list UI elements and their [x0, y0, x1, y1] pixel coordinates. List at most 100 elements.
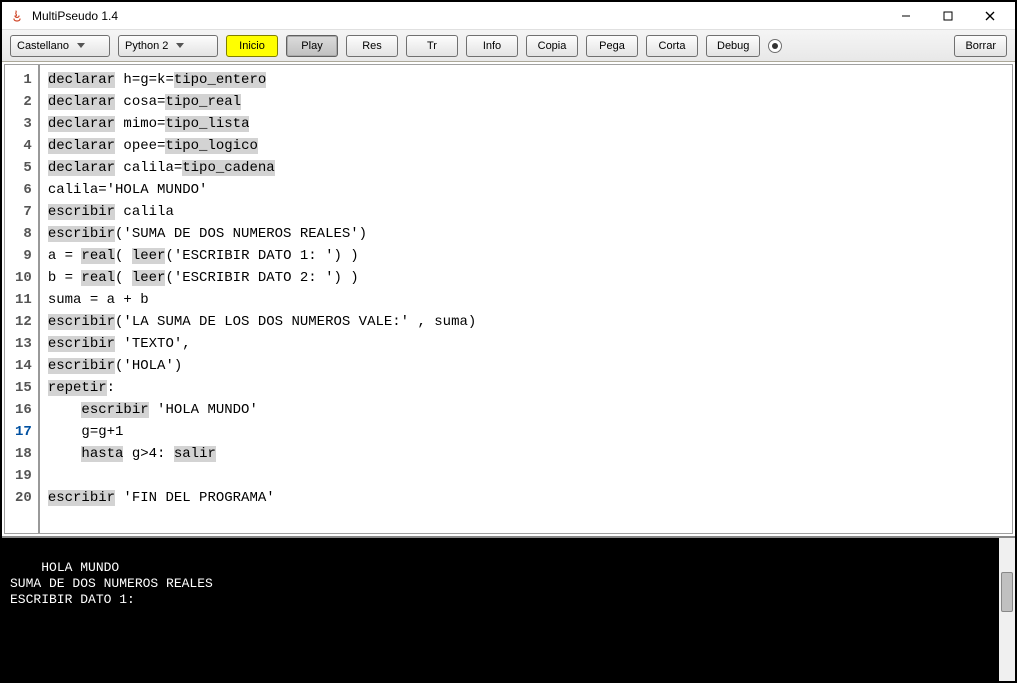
text-token: opee= — [115, 138, 165, 154]
keyword-token: escribir — [48, 358, 115, 374]
code-line[interactable]: a = real( leer('ESCRIBIR DATO 1: ') ) — [48, 245, 476, 267]
code-line[interactable]: b = real( leer('ESCRIBIR DATO 2: ') ) — [48, 267, 476, 289]
output-console[interactable]: HOLA MUNDO SUMA DE DOS NUMEROS REALES ES… — [2, 536, 1015, 681]
keyword-token: escribir — [48, 226, 115, 242]
line-number: 20 — [15, 487, 32, 509]
code-line[interactable]: escribir('HOLA') — [48, 355, 476, 377]
debug-radio[interactable] — [768, 39, 782, 53]
text-token: cosa= — [115, 94, 165, 110]
text-token: ('ESCRIBIR DATO 2: ') ) — [165, 270, 358, 286]
interpreter-select[interactable]: Python 2 — [118, 35, 218, 57]
tr-button[interactable]: Tr — [406, 35, 458, 57]
code-line[interactable]: escribir('SUMA DE DOS NUMEROS REALES') — [48, 223, 476, 245]
text-token — [48, 402, 82, 418]
corta-button[interactable]: Corta — [646, 35, 698, 57]
code-area[interactable]: declarar h=g=k=tipo_enterodeclarar cosa=… — [40, 65, 484, 533]
line-gutter: 1234567891011121314151617181920 — [5, 65, 40, 533]
line-number: 3 — [15, 113, 32, 135]
line-number: 12 — [15, 311, 32, 333]
debug-button[interactable]: Debug — [706, 35, 760, 57]
text-token: 'TEXTO', — [115, 336, 191, 352]
text-token: ('SUMA DE DOS NUMEROS REALES') — [115, 226, 367, 242]
text-token: g=g+1 — [48, 424, 124, 440]
text-token — [48, 446, 82, 462]
close-button[interactable] — [969, 3, 1011, 29]
titlebar: MultiPseudo 1.4 — [2, 2, 1015, 30]
window-controls — [885, 3, 1011, 29]
code-line[interactable]: escribir 'FIN DEL PROGRAMA' — [48, 487, 476, 509]
text-token: b = — [48, 270, 82, 286]
line-number: 8 — [15, 223, 32, 245]
interpreter-value: Python 2 — [125, 40, 168, 52]
keyword-token: hasta — [81, 446, 123, 462]
text-token: mimo= — [115, 116, 165, 132]
code-line[interactable]: g=g+1 — [48, 421, 476, 443]
text-token: ('HOLA') — [115, 358, 182, 374]
text-token: 'FIN DEL PROGRAMA' — [115, 490, 275, 506]
code-line[interactable]: declarar calila=tipo_cadena — [48, 157, 476, 179]
keyword-token: tipo_cadena — [182, 160, 274, 176]
code-line[interactable] — [48, 465, 476, 487]
keyword-token: real — [81, 248, 115, 264]
line-number: 10 — [15, 267, 32, 289]
inicio-button[interactable]: Inicio — [226, 35, 278, 57]
line-number: 2 — [15, 91, 32, 113]
keyword-token: tipo_logico — [165, 138, 257, 154]
line-number: 14 — [15, 355, 32, 377]
text-token: h=g=k= — [115, 72, 174, 88]
scroll-thumb[interactable] — [1001, 572, 1013, 612]
window-title: MultiPseudo 1.4 — [32, 9, 885, 23]
maximize-button[interactable] — [927, 3, 969, 29]
java-icon — [10, 8, 26, 24]
line-number: 7 — [15, 201, 32, 223]
code-editor[interactable]: 1234567891011121314151617181920 declarar… — [4, 64, 1013, 534]
keyword-token: escribir — [48, 314, 115, 330]
keyword-token: tipo_lista — [165, 116, 249, 132]
res-button[interactable]: Res — [346, 35, 398, 57]
line-number: 18 — [15, 443, 32, 465]
code-line[interactable]: escribir('LA SUMA DE LOS DOS NUMEROS VAL… — [48, 311, 476, 333]
code-line[interactable]: repetir: — [48, 377, 476, 399]
keyword-token: declarar — [48, 138, 115, 154]
code-line[interactable]: declarar h=g=k=tipo_entero — [48, 69, 476, 91]
text-token: ('ESCRIBIR DATO 1: ') ) — [165, 248, 358, 264]
code-line[interactable]: escribir calila — [48, 201, 476, 223]
code-line[interactable]: escribir 'HOLA MUNDO' — [48, 399, 476, 421]
borrar-button[interactable]: Borrar — [954, 35, 1007, 57]
line-number: 4 — [15, 135, 32, 157]
pega-button[interactable]: Pega — [586, 35, 638, 57]
text-token: ( — [115, 248, 132, 264]
language-select[interactable]: Castellano — [10, 35, 110, 57]
app-window: MultiPseudo 1.4 Castellano Python 2 — [0, 0, 1017, 683]
minimize-button[interactable] — [885, 3, 927, 29]
chevron-down-icon — [73, 43, 89, 49]
radio-dot-icon — [772, 43, 778, 49]
text-token: ( — [115, 270, 132, 286]
code-line[interactable]: hasta g>4: salir — [48, 443, 476, 465]
text-token: ('LA SUMA DE LOS DOS NUMEROS VALE:' , su… — [115, 314, 476, 330]
code-line[interactable]: declarar opee=tipo_logico — [48, 135, 476, 157]
line-number: 15 — [15, 377, 32, 399]
text-token: : — [107, 380, 115, 396]
keyword-token: declarar — [48, 94, 115, 110]
info-button[interactable]: Info — [466, 35, 518, 57]
play-button[interactable]: Play — [286, 35, 338, 57]
code-line[interactable]: suma = a + b — [48, 289, 476, 311]
toolbar: Castellano Python 2 Inicio Play Res Tr I… — [2, 30, 1015, 62]
code-line[interactable]: calila='HOLA MUNDO' — [48, 179, 476, 201]
copia-button[interactable]: Copia — [526, 35, 578, 57]
code-line[interactable]: declarar cosa=tipo_real — [48, 91, 476, 113]
keyword-token: escribir — [48, 490, 115, 506]
chevron-down-icon — [172, 43, 188, 49]
text-token: calila= — [115, 160, 182, 176]
keyword-token: declarar — [48, 160, 115, 176]
keyword-token: leer — [132, 270, 166, 286]
code-line[interactable]: declarar mimo=tipo_lista — [48, 113, 476, 135]
console-text: HOLA MUNDO SUMA DE DOS NUMEROS REALES ES… — [10, 560, 213, 607]
code-line[interactable]: escribir 'TEXTO', — [48, 333, 476, 355]
keyword-token: declarar — [48, 72, 115, 88]
keyword-token: repetir — [48, 380, 107, 396]
keyword-token: escribir — [48, 204, 115, 220]
keyword-token: salir — [174, 446, 216, 462]
console-scrollbar[interactable] — [999, 538, 1015, 681]
